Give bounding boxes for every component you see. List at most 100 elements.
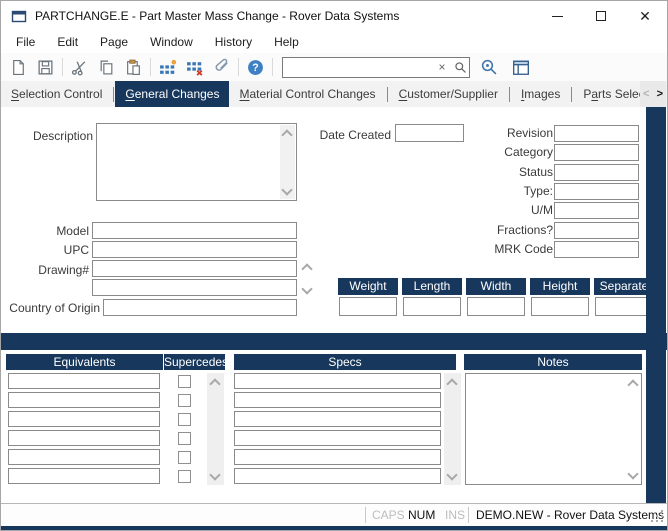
equivalent-input-3[interactable] (8, 411, 160, 427)
notes-header: Notes (464, 354, 642, 370)
weight-header: Weight (338, 278, 398, 295)
menu-file[interactable]: File (5, 32, 46, 52)
drawing-input-2[interactable] (92, 279, 297, 296)
app-window: PARTCHANGE.E - Part Master Mass Change -… (0, 0, 668, 531)
cut-icon[interactable] (67, 56, 92, 79)
menu-page[interactable]: Page (89, 32, 139, 52)
menu-window[interactable]: Window (139, 32, 204, 52)
drawing-label: Drawing# (9, 263, 89, 278)
supercedes-checkbox-5[interactable] (178, 451, 191, 464)
tab-scroll-right-icon[interactable]: > (657, 88, 663, 100)
scroll-down-icon[interactable] (209, 471, 221, 481)
equivalent-input-4[interactable] (8, 430, 160, 446)
tab-customer-supplier[interactable]: Customer/Supplier (389, 81, 508, 107)
weight-input[interactable] (339, 297, 397, 316)
save-icon[interactable] (33, 56, 58, 79)
close-button[interactable]: ✕ (623, 1, 667, 31)
scroll-up-icon[interactable] (281, 128, 293, 138)
upc-input[interactable] (92, 241, 297, 258)
general-changes-panel: Description Date Created Revision Catego… (1, 107, 668, 503)
minimize-button[interactable] (535, 1, 579, 31)
account-context: DEMO.NEW - Rover Data Systems (476, 508, 664, 522)
menu-help[interactable]: Help (263, 32, 310, 52)
window-bottom-edge (1, 526, 667, 531)
equivalent-input-5[interactable] (8, 449, 160, 465)
notes-field-frame (465, 373, 642, 485)
find-records-icon[interactable] (477, 56, 502, 79)
tab-images[interactable]: Images (511, 81, 570, 107)
insert-rows-icon[interactable] (155, 56, 180, 79)
clear-search-icon[interactable]: × (433, 58, 451, 77)
menu-edit[interactable]: Edit (46, 32, 89, 52)
search-input[interactable] (283, 60, 433, 74)
scroll-up-icon[interactable] (209, 377, 221, 387)
scroll-down-icon[interactable] (281, 186, 293, 196)
supercedes-checkbox-4[interactable] (178, 432, 191, 445)
equivalents-scrollbar[interactable] (207, 373, 224, 485)
scroll-up-icon[interactable] (446, 377, 458, 387)
separate-input[interactable] (595, 297, 653, 316)
um-label: U/M (441, 203, 553, 218)
new-document-icon[interactable] (6, 56, 31, 79)
supercedes-checkbox-1[interactable] (178, 375, 191, 388)
fractions-input[interactable] (554, 222, 639, 239)
copy-icon[interactable] (94, 56, 119, 79)
paste-icon[interactable] (121, 56, 146, 79)
statusbar-separator (468, 507, 469, 523)
upc-label: UPC (9, 243, 89, 258)
revision-label: Revision (441, 126, 553, 141)
description-textarea[interactable] (97, 124, 296, 200)
model-input[interactable] (92, 222, 297, 239)
specs-header: Specs (234, 354, 456, 370)
delete-rows-icon[interactable] (182, 56, 207, 79)
notes-textarea[interactable] (466, 374, 641, 484)
revision-input[interactable] (554, 125, 639, 142)
attachment-icon[interactable] (209, 56, 234, 79)
drawing-scroll-down-icon[interactable] (301, 285, 313, 295)
equivalents-header: Equivalents (6, 354, 163, 370)
length-input[interactable] (403, 297, 461, 316)
drawing-scroll-up-icon[interactable] (301, 262, 313, 272)
menu-history[interactable]: History (204, 32, 263, 52)
spec-input-5[interactable] (234, 449, 441, 465)
country-of-origin-input[interactable] (103, 299, 297, 316)
scroll-down-icon[interactable] (627, 470, 639, 480)
height-input[interactable] (531, 297, 589, 316)
tab-separator (387, 87, 388, 102)
search-icon[interactable] (451, 58, 469, 77)
scroll-up-icon[interactable] (627, 378, 639, 388)
supercedes-checkbox-3[interactable] (178, 413, 191, 426)
status-input[interactable] (554, 164, 639, 181)
supercedes-checkbox-2[interactable] (178, 394, 191, 407)
resize-grip[interactable] (650, 509, 664, 523)
spec-input-4[interactable] (234, 430, 441, 446)
spec-input-6[interactable] (234, 468, 441, 484)
description-scrollbar[interactable] (280, 125, 295, 199)
supercedes-checkbox-6[interactable] (178, 470, 191, 483)
tab-material-control-changes[interactable]: Material Control Changes (229, 81, 385, 107)
equivalent-input-1[interactable] (8, 373, 160, 389)
width-input[interactable] (467, 297, 525, 316)
drawing-input-1[interactable] (92, 260, 297, 277)
category-input[interactable] (554, 144, 639, 161)
scroll-down-icon[interactable] (446, 471, 458, 481)
form-layout-icon[interactable] (508, 56, 533, 79)
supercedes-header: Supercedes (164, 354, 225, 370)
tab-separator (571, 87, 572, 102)
spec-input-1[interactable] (234, 373, 441, 389)
maximize-button[interactable] (579, 1, 623, 31)
specs-scrollbar[interactable] (444, 373, 461, 485)
date-created-label: Date Created (299, 128, 391, 143)
equivalent-input-6[interactable] (8, 468, 160, 484)
tab-general-changes[interactable]: General Changes (115, 81, 229, 107)
type-input[interactable] (554, 183, 639, 200)
spec-input-3[interactable] (234, 411, 441, 427)
tab-selection-control[interactable]: Selection Control (1, 81, 112, 107)
description-field-frame (96, 123, 297, 201)
help-icon[interactable]: ? (243, 56, 268, 79)
equivalent-input-2[interactable] (8, 392, 160, 408)
spec-input-2[interactable] (234, 392, 441, 408)
tab-scroll-left-icon[interactable]: < (643, 88, 649, 100)
um-input[interactable] (554, 202, 639, 219)
mrk-code-input[interactable] (554, 241, 639, 258)
